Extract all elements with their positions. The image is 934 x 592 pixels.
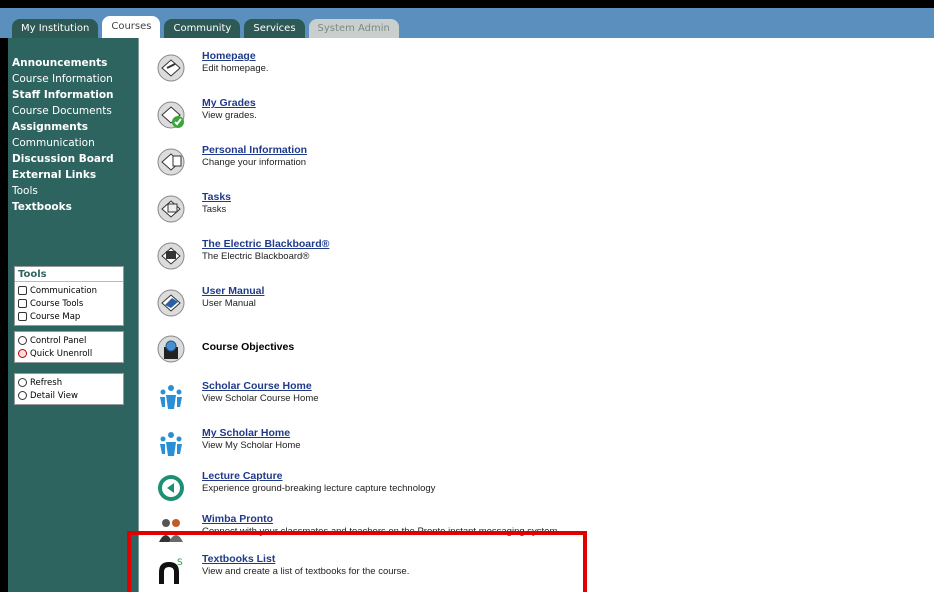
list-item: Scholar Course Home View Scholar Course … <box>152 380 912 420</box>
wimba-pronto-link[interactable]: Wimba Pronto <box>202 513 273 525</box>
tab-system-admin[interactable]: System Admin <box>308 19 399 38</box>
electric-blackboard-icon <box>157 242 185 270</box>
list-item: My Grades View grades. <box>152 97 912 137</box>
course-map-icon <box>18 312 27 321</box>
refresh-icon <box>18 378 27 387</box>
tab-my-institution[interactable]: My Institution <box>12 19 99 38</box>
refresh-link[interactable]: Refresh <box>18 376 120 389</box>
user-manual-link[interactable]: User Manual <box>202 285 264 297</box>
nav-staff-information[interactable]: Staff Information <box>12 89 132 102</box>
scholar-icon <box>160 385 182 409</box>
tab-services[interactable]: Services <box>244 19 305 38</box>
quick-unenroll-link[interactable]: Quick Unenroll <box>18 347 120 360</box>
nav-external-links[interactable]: External Links <box>12 169 132 182</box>
item-description: View grades. <box>202 110 257 121</box>
my-grades-link[interactable]: My Grades <box>202 97 256 109</box>
item-description: Edit homepage. <box>202 63 269 74</box>
list-item: Lecture Capture Experience ground-breaki… <box>152 470 912 510</box>
window-top-edge <box>0 0 934 8</box>
tools-header: Tools <box>15 267 123 282</box>
course-objectives-label: Course Objectives <box>202 341 295 353</box>
nav-announcements[interactable]: Announcements <box>12 57 132 70</box>
personal-info-icon <box>157 148 185 176</box>
wimba-pronto-icon <box>159 519 183 542</box>
control-panel-icon <box>18 336 27 345</box>
list-item: My Scholar Home View My Scholar Home <box>152 427 912 467</box>
tools-box: Tools Communication Course Tools Course … <box>14 266 124 326</box>
nav-communication[interactable]: Communication <box>12 137 132 150</box>
user-manual-icon <box>157 289 185 317</box>
view-box: Refresh Detail View <box>14 373 124 405</box>
tool-communication[interactable]: Communication <box>18 284 120 297</box>
item-description: View Scholar Course Home <box>202 393 319 404</box>
communication-icon <box>18 286 27 295</box>
detail-view-icon <box>18 391 27 400</box>
nav-tools[interactable]: Tools <box>12 185 132 198</box>
svg-text:S: S <box>177 558 183 568</box>
personal-information-link[interactable]: Personal Information <box>202 144 307 156</box>
list-item: Wimba Pronto Connect with your classmate… <box>152 513 912 553</box>
course-menu: Announcements Course Information Staff I… <box>12 57 132 217</box>
tool-course-tools[interactable]: Course Tools <box>18 297 120 310</box>
main-tabs: My Institution Courses Community Service… <box>12 16 403 38</box>
homepage-icon <box>157 54 185 82</box>
nav-textbooks[interactable]: Textbooks <box>12 201 132 214</box>
list-item: Homepage Edit homepage. <box>152 50 912 90</box>
item-description: Experience ground-breaking lecture captu… <box>202 483 436 494</box>
item-description: Change your information <box>202 157 307 168</box>
list-item: Tasks Tasks <box>152 191 912 231</box>
item-description: Tasks <box>202 204 227 215</box>
item-description: The Electric Blackboard® <box>202 251 310 262</box>
list-item: The Electric Blackboard® The Electric Bl… <box>152 238 912 278</box>
tab-community[interactable]: Community <box>164 19 241 38</box>
my-scholar-home-link[interactable]: My Scholar Home <box>202 427 290 439</box>
tasks-link[interactable]: Tasks <box>202 191 231 203</box>
lecture-capture-link[interactable]: Lecture Capture <box>202 470 283 482</box>
textbooks-list-link[interactable]: Textbooks List <box>202 553 275 565</box>
list-item: Course Objectives <box>152 331 912 371</box>
item-description: View My Scholar Home <box>202 440 301 451</box>
tasks-icon <box>157 195 185 223</box>
homepage-link[interactable]: Homepage <box>202 50 256 62</box>
control-panel-link[interactable]: Control Panel <box>18 334 120 347</box>
list-item: Personal Information Change your informa… <box>152 144 912 184</box>
list-item: User Manual User Manual <box>152 285 912 325</box>
nav-discussion-board[interactable]: Discussion Board <box>12 153 132 166</box>
lecture-capture-icon <box>158 475 184 501</box>
item-description: User Manual <box>202 298 256 309</box>
unenroll-icon <box>18 349 27 358</box>
grades-icon <box>157 101 185 129</box>
nav-assignments[interactable]: Assignments <box>12 121 132 134</box>
tab-courses[interactable]: Courses <box>102 16 161 38</box>
item-description: View and create a list of textbooks for … <box>202 566 410 577</box>
course-tools-icon <box>18 299 27 308</box>
scholar-course-home-link[interactable]: Scholar Course Home <box>202 380 312 392</box>
electric-blackboard-link[interactable]: The Electric Blackboard® <box>202 238 329 250</box>
tool-course-map[interactable]: Course Map <box>18 310 120 323</box>
nav-course-documents[interactable]: Course Documents <box>12 105 132 118</box>
course-objectives-icon <box>157 335 185 363</box>
list-item: S Textbooks List View and create a list … <box>152 553 912 592</box>
detail-view-link[interactable]: Detail View <box>18 389 120 402</box>
nav-course-information[interactable]: Course Information <box>12 73 132 86</box>
scholar-icon <box>160 432 182 456</box>
panel-box: Control Panel Quick Unenroll <box>14 331 124 363</box>
item-description: Connect with your classmates and teacher… <box>202 526 561 537</box>
textbooks-list-icon: S <box>159 558 183 584</box>
